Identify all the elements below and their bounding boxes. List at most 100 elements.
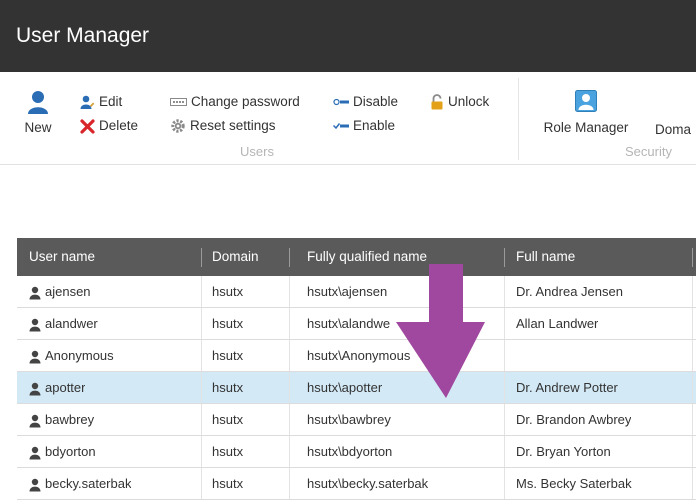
- new-user-icon: [28, 91, 48, 114]
- cell-domain-text: hsutx: [212, 348, 244, 363]
- header-divider: [201, 248, 202, 267]
- cell-domain-text: hsutx: [212, 284, 244, 299]
- column-divider: [201, 308, 202, 339]
- cell-user-name-text: apotter: [45, 380, 86, 395]
- table-header: User name Domain Fully qualified name Fu…: [17, 238, 696, 276]
- header-divider: [289, 248, 290, 267]
- cell-fqn-text: hsutx\apotter: [307, 380, 383, 395]
- column-header-user-name[interactable]: User name: [29, 238, 95, 276]
- reset-settings-button[interactable]: Reset settings: [170, 118, 276, 134]
- role-manager-icon: [575, 90, 597, 112]
- table-row[interactable]: Anonymous hsutx hsutx\Anonymous: [17, 340, 696, 372]
- user-icon: [29, 478, 41, 492]
- cell-domain-text: hsutx: [212, 316, 244, 331]
- cell-fqn-text: hsutx\Anonymous: [307, 348, 411, 363]
- cell-fqn: hsutx\bawbrey: [307, 404, 391, 435]
- column-divider: [201, 372, 202, 403]
- table-row[interactable]: ajensen hsutx hsutx\ajensen Dr. Andrea Jens…: [17, 276, 696, 308]
- column-divider: [289, 372, 290, 403]
- disable-button[interactable]: Disable: [333, 94, 398, 109]
- cell-full-name: Allan Landwer: [516, 308, 598, 339]
- user-icon: [29, 318, 41, 332]
- unlock-button[interactable]: Unlock: [430, 94, 489, 110]
- cell-user-name-text: alandwer: [45, 316, 98, 331]
- change-password-button[interactable]: Change password: [170, 94, 300, 109]
- column-divider: [289, 308, 290, 339]
- column-divider: [504, 404, 505, 435]
- gear-icon: [171, 119, 185, 134]
- column-divider: [201, 468, 202, 499]
- column-divider: [201, 340, 202, 371]
- cell-fqn-text: hsutx\bdyorton: [307, 444, 393, 459]
- column-divider: [504, 340, 505, 371]
- cell-domain: hsutx: [212, 404, 243, 435]
- cell-domain: hsutx: [212, 308, 243, 339]
- column-header-domain[interactable]: Domain: [212, 238, 259, 276]
- header-divider: [504, 248, 505, 267]
- table-row[interactable]: alandwer hsutx hsutx\alandwe Allan Landwer: [17, 308, 696, 340]
- cell-fqn-text: hsutx\ajensen: [307, 284, 388, 299]
- cell-full-name: Dr. Bryan Yorton: [516, 436, 611, 467]
- cell-full-name-text: Allan Landwer: [516, 316, 599, 331]
- table-body: ajensen hsutx hsutx\ajensen Dr. Andrea Jens…: [17, 276, 696, 500]
- column-divider: [289, 436, 290, 467]
- column-divider: [692, 340, 693, 371]
- cell-user-name: apotter: [29, 372, 85, 403]
- column-divider: [504, 308, 505, 339]
- enable-toggle-icon: [333, 123, 349, 130]
- cell-fqn: hsutx\bdyorton: [307, 436, 392, 467]
- cell-full-name: Dr. Andrea Jensen: [516, 276, 623, 307]
- cell-fqn: hsutx\becky.saterbak: [307, 468, 428, 499]
- disable-toggle-icon: [333, 99, 349, 106]
- column-header-fqn[interactable]: Fully qualified name: [307, 238, 427, 276]
- cell-full-name-text: Dr. Brandon Awbrey: [516, 412, 632, 427]
- cell-domain: hsutx: [212, 276, 243, 307]
- column-divider: [504, 276, 505, 307]
- cell-user-name: Anonymous: [29, 340, 114, 371]
- table-row[interactable]: apotter hsutx hsutx\apotter Dr. Andrew Pott…: [17, 372, 696, 404]
- table-row[interactable]: becky.saterbak hsutx hsutx\becky.saterbak M…: [17, 468, 696, 500]
- cell-user-name: bdyorton: [29, 436, 96, 467]
- cell-full-name: Dr. Andrew Potter: [516, 372, 618, 403]
- security-group-label: Security: [625, 144, 672, 159]
- edit-button[interactable]: Edit: [80, 94, 122, 110]
- cell-fqn: hsutx\ajensen: [307, 276, 387, 307]
- enable-label: Enable: [353, 118, 396, 133]
- cell-user-name-text: ajensen: [45, 284, 91, 299]
- user-icon: [29, 286, 41, 300]
- cell-full-name-text: Dr. Bryan Yorton: [516, 444, 611, 459]
- new-button[interactable]: New: [18, 90, 58, 135]
- delete-button[interactable]: Delete: [80, 118, 138, 134]
- column-divider: [504, 372, 505, 403]
- delete-label: Delete: [99, 118, 139, 133]
- cell-full-name: Dr. Brandon Awbrey: [516, 404, 631, 435]
- cell-domain: hsutx: [212, 468, 243, 499]
- cell-domain: hsutx: [212, 372, 243, 403]
- header-divider: [692, 248, 693, 267]
- cell-domain: hsutx: [212, 436, 243, 467]
- column-divider: [504, 468, 505, 499]
- column-divider: [201, 436, 202, 467]
- cell-fqn-text: hsutx\bawbrey: [307, 412, 391, 427]
- column-divider: [289, 468, 290, 499]
- column-divider: [504, 436, 505, 467]
- cell-domain-text: hsutx: [212, 476, 244, 491]
- user-icon: [29, 414, 41, 428]
- edit-user-icon: [80, 95, 95, 109]
- column-divider: [201, 404, 202, 435]
- domain-button[interactable]: Doma: [655, 122, 691, 137]
- table-row[interactable]: bawbrey hsutx hsutx\bawbrey Dr. Brandon Awb…: [17, 404, 696, 436]
- cell-domain-text: hsutx: [212, 444, 244, 459]
- title-bar: User Manager: [0, 0, 696, 72]
- cell-full-name-text: Dr. Andrea Jensen: [516, 284, 623, 299]
- column-divider: [289, 404, 290, 435]
- column-divider: [201, 276, 202, 307]
- cell-fqn: hsutx\apotter: [307, 372, 382, 403]
- column-divider: [692, 404, 693, 435]
- table-row[interactable]: bdyorton hsutx hsutx\bdyorton Dr. Bryan Yor…: [17, 436, 696, 468]
- enable-button[interactable]: Enable: [333, 118, 395, 133]
- column-header-full-name[interactable]: Full name: [516, 238, 575, 276]
- cell-full-name: Ms. Becky Saterbak: [516, 468, 632, 499]
- app-title: User Manager: [16, 24, 150, 47]
- role-manager-button[interactable]: Role Manager: [541, 90, 631, 135]
